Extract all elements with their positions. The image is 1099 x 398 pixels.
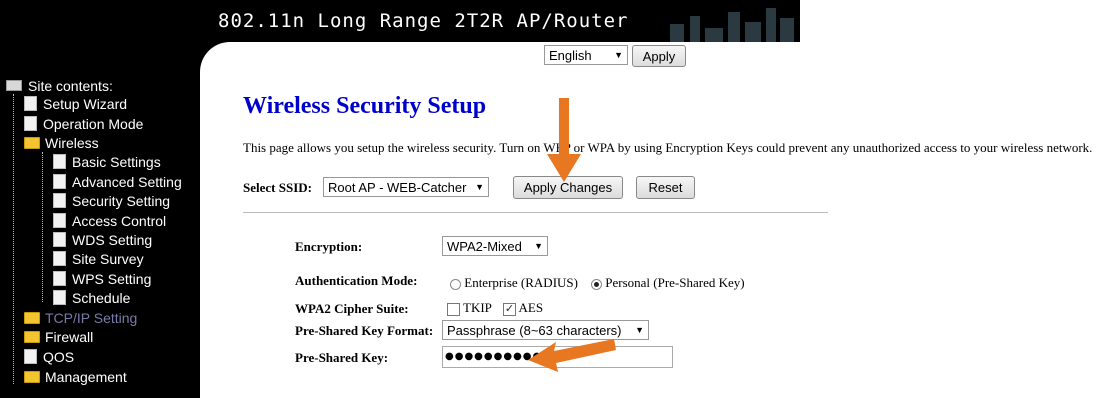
document-icon: [24, 96, 37, 111]
tree-root-label: Site contents:: [28, 77, 113, 94]
reset-button[interactable]: Reset: [636, 176, 695, 199]
document-icon: [24, 116, 37, 131]
document-icon: [53, 174, 66, 189]
sidebar-item-site-survey[interactable]: Site Survey: [53, 249, 144, 268]
sidebar-item-schedule[interactable]: Schedule: [53, 288, 130, 307]
language-select[interactable]: English ▼: [544, 45, 628, 65]
sidebar-item-management[interactable]: Management: [24, 367, 127, 386]
folder-icon: [24, 370, 40, 383]
psk-label: Pre-Shared Key:: [295, 350, 389, 365]
radio-personal[interactable]: [591, 278, 602, 290]
radio-enterprise[interactable]: [450, 278, 461, 290]
page-title: Wireless Security Setup: [243, 93, 487, 119]
document-icon: [53, 193, 66, 208]
sidebar-item-qos[interactable]: QOS: [24, 347, 74, 366]
computer-icon: [6, 80, 22, 91]
sidebar-item-advanced-setting[interactable]: Advanced Setting: [53, 172, 182, 191]
language-apply-button[interactable]: Apply: [632, 45, 686, 67]
document-icon: [53, 290, 66, 305]
banner: 802.11n Long Range 2T2R AP/Router: [200, 0, 800, 42]
auth-mode-label: Authentication Mode:: [295, 273, 418, 288]
checkbox-tkip[interactable]: [447, 302, 460, 316]
sidebar-item-firewall[interactable]: Firewall: [24, 327, 93, 346]
ssid-select[interactable]: Root AP - WEB-Catcher ▼: [323, 177, 489, 197]
encryption-label: Encryption:: [295, 239, 363, 254]
checkbox-aes[interactable]: ✓: [503, 302, 516, 316]
auth-personal-option[interactable]: Personal (Pre-Shared Key): [591, 275, 745, 291]
sidebar-item-wps-setting[interactable]: WPS Setting: [53, 269, 151, 288]
document-icon: [53, 232, 66, 247]
language-value: English: [549, 47, 592, 63]
psk-format-label: Pre-Shared Key Format:: [295, 323, 434, 338]
sidebar-item-setup-wizard[interactable]: Setup Wizard: [24, 94, 127, 113]
sidebar-item-security-setting[interactable]: Security Setting: [53, 191, 170, 210]
document-icon: [53, 251, 66, 266]
sidebar-item-tcpip-setting[interactable]: TCP/IP Setting: [24, 308, 137, 327]
document-icon: [53, 213, 66, 228]
chevron-down-icon: ▼: [635, 325, 644, 335]
folder-icon: [24, 330, 40, 343]
cipher-label: WPA2 Cipher Suite:: [295, 301, 409, 316]
document-icon: [53, 271, 66, 286]
sidebar-item-wds-setting[interactable]: WDS Setting: [53, 230, 152, 249]
arrow-down-icon: [547, 98, 581, 182]
divider: [243, 212, 828, 213]
sidebar-item-basic-settings[interactable]: Basic Settings: [53, 152, 161, 171]
sidebar-item-operation-mode[interactable]: Operation Mode: [24, 114, 143, 133]
cipher-aes-option[interactable]: ✓ AES: [503, 300, 543, 316]
document-icon: [24, 349, 37, 364]
tree-root: Site contents:: [6, 76, 113, 95]
folder-icon: [24, 311, 40, 324]
banner-title: 802.11n Long Range 2T2R AP/Router: [218, 10, 629, 32]
ssid-label: Select SSID:: [243, 180, 312, 195]
sidebar-item-access-control[interactable]: Access Control: [53, 211, 166, 230]
chevron-down-icon: ▼: [475, 182, 484, 192]
chevron-down-icon: ▼: [614, 50, 623, 60]
folder-open-icon: [24, 136, 40, 149]
header-curve: [200, 42, 240, 72]
page-description: This page allows you setup the wireless …: [243, 140, 1093, 155]
arrow-left-icon: [528, 339, 616, 372]
chevron-down-icon: ▼: [534, 241, 543, 251]
encryption-select[interactable]: WPA2-Mixed ▼: [442, 236, 548, 256]
cipher-tkip-option[interactable]: TKIP: [447, 300, 492, 316]
auth-enterprise-option[interactable]: Enterprise (RADIUS): [450, 275, 578, 291]
sidebar-item-wireless[interactable]: Wireless: [24, 133, 99, 152]
document-icon: [53, 154, 66, 169]
